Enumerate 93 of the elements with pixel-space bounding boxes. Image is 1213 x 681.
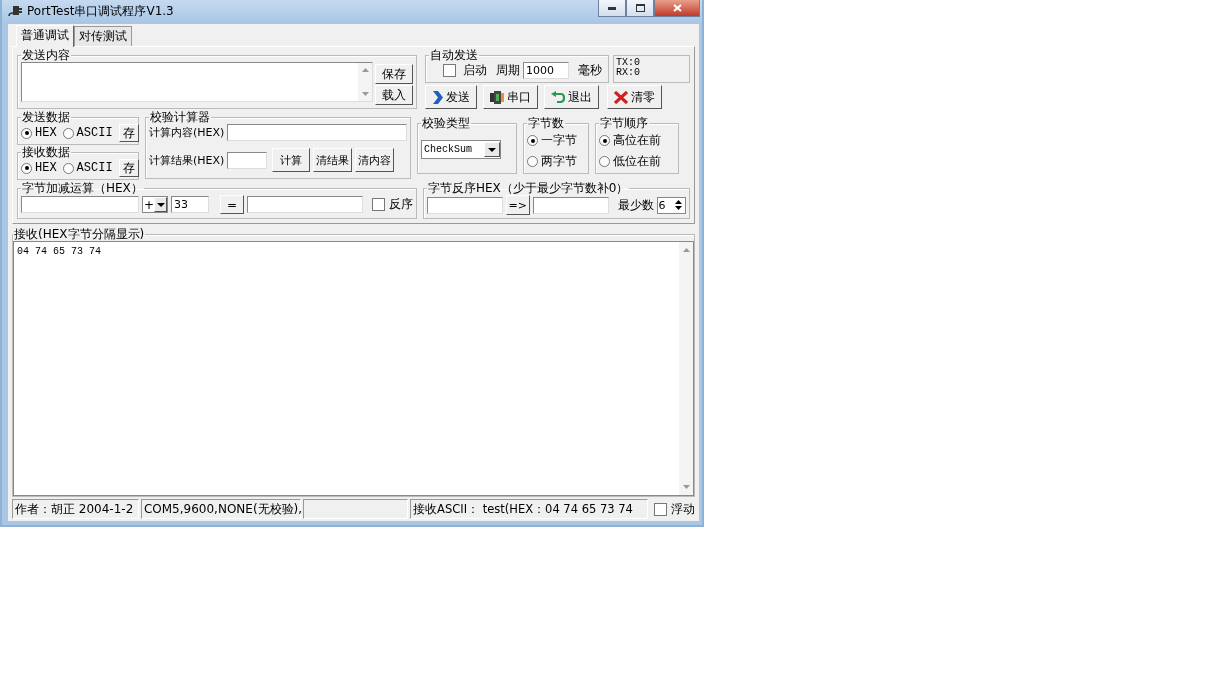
save-button[interactable]: 存 bbox=[118, 124, 139, 142]
cross-icon bbox=[614, 90, 628, 104]
button[interactable]: 载入 bbox=[375, 85, 413, 105]
radio-button[interactable] bbox=[527, 135, 538, 146]
operator-dropdown[interactable]: + bbox=[142, 196, 168, 213]
group-label: 字节加减运算（HEX） bbox=[21, 182, 144, 195]
group-label: 接收(HEX字节分隔显示) bbox=[13, 228, 146, 241]
scroll-up-icon[interactable] bbox=[361, 68, 369, 72]
checkbox-label: 浮动 bbox=[671, 500, 695, 518]
dropdown-arrow-icon bbox=[488, 147, 496, 152]
checkbox-label: 反序 bbox=[389, 196, 413, 213]
radio-label: HEX bbox=[35, 161, 57, 175]
input-field[interactable] bbox=[21, 196, 139, 213]
button[interactable]: 清内容 bbox=[355, 148, 395, 172]
radio-label: 低位在前 bbox=[613, 153, 661, 170]
radio-label: 一字节 bbox=[541, 132, 577, 149]
maximize-icon bbox=[635, 4, 645, 12]
counter-text: TX:0 bbox=[616, 58, 641, 68]
radio-label: 两字节 bbox=[541, 153, 577, 170]
radio-label: ASCII bbox=[76, 161, 113, 175]
action-button[interactable]: 串口 bbox=[483, 85, 538, 109]
receive-text-area[interactable]: 04 74 65 73 74 bbox=[13, 241, 694, 496]
tab[interactable]: 普通调试 bbox=[16, 25, 74, 47]
group-label: 自动发送 bbox=[429, 49, 479, 62]
chevron-icon bbox=[432, 90, 443, 104]
window-title: PortTest串口调试程序V1.3 bbox=[27, 2, 174, 20]
undo-arrow-icon bbox=[551, 91, 565, 103]
status-panel: COM5,9600,NONE(无校验), bbox=[140, 499, 301, 519]
send-text-area[interactable] bbox=[21, 62, 373, 102]
received-text: 04 74 65 73 74 bbox=[16, 245, 101, 257]
scrollbar[interactable] bbox=[679, 242, 693, 495]
radio-button[interactable] bbox=[599, 156, 610, 167]
radio-button[interactable] bbox=[599, 135, 610, 146]
status-panel: 接收ASCII： test(HEX：04 74 65 73 74 bbox=[410, 499, 648, 519]
action-button[interactable]: 清零 bbox=[607, 85, 662, 109]
checkbox[interactable] bbox=[654, 502, 667, 516]
radio-button[interactable] bbox=[21, 162, 32, 174]
radio-button[interactable] bbox=[527, 156, 538, 167]
dropdown-arrow-icon bbox=[156, 202, 165, 207]
close-button[interactable] bbox=[654, 0, 700, 17]
equals-button[interactable]: = bbox=[220, 195, 244, 214]
radio-button[interactable] bbox=[62, 162, 74, 174]
radio-label: HEX bbox=[35, 126, 57, 140]
minimize-icon bbox=[608, 6, 616, 10]
input-field[interactable] bbox=[427, 196, 503, 214]
group-label: 发送数据 bbox=[21, 111, 71, 124]
operand-field[interactable]: 33 bbox=[171, 196, 209, 213]
radio-button[interactable] bbox=[21, 127, 32, 139]
input-field[interactable] bbox=[227, 124, 407, 141]
min-count-spinner[interactable]: 6 bbox=[656, 196, 686, 214]
radio-button[interactable] bbox=[62, 127, 74, 139]
scroll-up-icon[interactable] bbox=[682, 248, 690, 252]
action-button[interactable]: 退出 bbox=[544, 85, 599, 109]
action-button[interactable]: 发送 bbox=[425, 85, 477, 109]
button[interactable]: 计算 bbox=[272, 148, 311, 172]
scroll-down-icon[interactable] bbox=[682, 485, 690, 489]
checkbox[interactable] bbox=[372, 198, 385, 211]
group-label: 发送内容 bbox=[21, 49, 71, 62]
field-label: 计算内容(HEX) bbox=[149, 125, 225, 140]
output-field[interactable] bbox=[532, 196, 609, 214]
scroll-down-icon[interactable] bbox=[361, 92, 369, 96]
status-panel: 作者：胡正 2004-1-2 bbox=[12, 499, 139, 519]
spin-arrows-icon[interactable] bbox=[675, 200, 682, 210]
group-label: 接收数据 bbox=[21, 146, 71, 159]
plug-icon bbox=[8, 5, 22, 17]
input-field[interactable] bbox=[227, 151, 268, 169]
period-field[interactable]: 1000 bbox=[523, 62, 569, 79]
button[interactable]: 清结果 bbox=[313, 148, 353, 172]
group-label: 校验计算器 bbox=[149, 111, 211, 124]
checkbox[interactable] bbox=[443, 64, 456, 77]
tab[interactable]: 对传测试 bbox=[74, 26, 132, 46]
counter-text: RX:0 bbox=[616, 68, 641, 78]
group-label: 校验类型 bbox=[421, 117, 471, 130]
field-label: 周期 bbox=[496, 62, 520, 79]
radio-label: ASCII bbox=[76, 126, 113, 140]
field-label: 计算结果(HEX) bbox=[149, 152, 225, 168]
result-field[interactable] bbox=[247, 196, 363, 213]
connector-icon bbox=[490, 90, 504, 104]
checkbox-label: 启动 bbox=[463, 62, 487, 79]
radio-label: 高位在前 bbox=[613, 132, 661, 149]
scrollbar[interactable] bbox=[358, 63, 372, 101]
group-label: 字节顺序 bbox=[599, 117, 649, 130]
maximize-button[interactable] bbox=[626, 0, 654, 17]
close-icon bbox=[672, 4, 682, 12]
button[interactable]: 保存 bbox=[375, 64, 413, 84]
convert-button[interactable]: => bbox=[506, 195, 530, 215]
save-button[interactable]: 存 bbox=[118, 159, 139, 177]
field-label: 最少数 bbox=[617, 196, 654, 214]
minimize-button[interactable] bbox=[598, 0, 626, 17]
group-label: 字节数 bbox=[527, 117, 565, 130]
group-label: 字节反序HEX（少于最少字节数补0） bbox=[427, 182, 630, 195]
checksum-dropdown[interactable]: CheckSum bbox=[421, 140, 501, 159]
unit-label: 毫秒 bbox=[578, 62, 602, 79]
